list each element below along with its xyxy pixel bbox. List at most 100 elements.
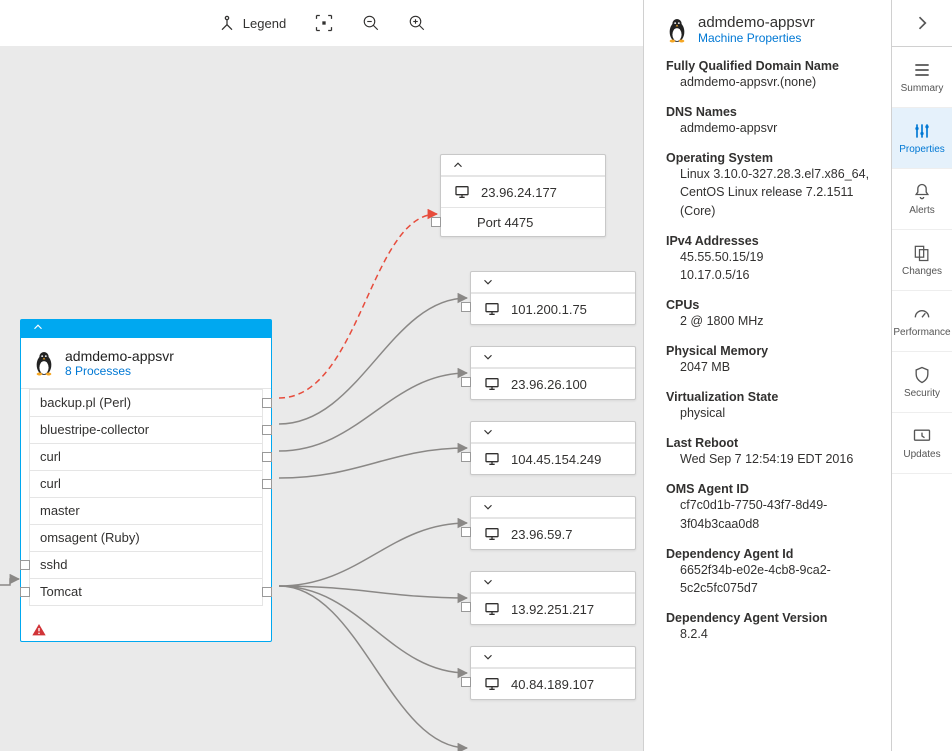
property-value: 6652f34b-e02e-4cb8-9ca2-5c2c5fc075d7 [680,561,874,597]
machine-card[interactable]: admdemo-appsvr 8 Processes backup.pl (Pe… [20,319,272,642]
node-expand-toggle[interactable] [471,497,635,518]
property-label: IPv4 Addresses [666,234,874,248]
chevron-down-icon [481,350,495,364]
diff-icon [912,243,932,263]
property-group: Dependency Agent Id6652f34b-e02e-4cb8-9c… [666,547,874,597]
node-ip: 40.84.189.107 [511,677,594,692]
sidebar-item-summary[interactable]: Summary [892,47,952,108]
target-node[interactable]: 23.96.59.7 [470,496,636,550]
monitor-icon [483,376,501,392]
property-value: 8.2.4 [680,625,874,643]
target-node[interactable]: 101.200.1.75 [470,271,636,325]
node-ip: 101.200.1.75 [511,302,587,317]
sidebar: Summary PropertiesAlerts Changes Performanc… [891,0,952,751]
port-out-indicator [262,587,272,597]
machine-card-titlebar[interactable] [21,320,271,338]
chevron-down-icon [481,575,495,589]
port-in-indicator [461,677,471,687]
monitor-icon [483,676,501,692]
sliders-icon [912,121,932,141]
process-list: backup.pl (Perl)bluestripe-collectorcurl… [21,388,271,616]
chevron-up-icon [451,158,465,172]
shield-icon [912,365,932,385]
sidebar-collapse-button[interactable] [892,0,952,47]
property-label: Last Reboot [666,436,874,450]
property-label: Dependency Agent Id [666,547,874,561]
property-label: Dependency Agent Version [666,611,874,625]
property-label: Virtualization State [666,390,874,404]
dependency-map-canvas[interactable]: admdemo-appsvr 8 Processes backup.pl (Pe… [0,46,643,751]
port-out-indicator [262,479,272,489]
property-label: OMS Agent ID [666,482,874,496]
sidebar-item-security[interactable]: Security [892,352,952,413]
property-label: DNS Names [666,105,874,119]
property-value: physical [680,404,874,422]
sidebar-item-updates[interactable]: Updates [892,413,952,474]
property-group: Last RebootWed Sep 7 12:54:19 EDT 2016 [666,436,874,468]
property-label: Physical Memory [666,344,874,358]
node-port: Port 4475 [477,215,533,230]
port-in-indicator [20,587,30,597]
node-expand-toggle[interactable] [471,572,635,593]
node-expand-toggle[interactable] [471,347,635,368]
port-out-indicator [262,425,272,435]
machine-alert[interactable] [21,616,271,641]
process-row[interactable]: sshd [29,552,263,579]
property-label: Operating System [666,151,874,165]
node-collapse-toggle[interactable] [441,155,605,176]
penguin-icon [33,350,55,376]
target-node-expanded[interactable]: 23.96.24.177 Port 4475 [440,154,606,237]
node-expand-toggle[interactable] [471,272,635,293]
node-expand-toggle[interactable] [471,647,635,668]
property-group: Fully Qualified Domain Nameadmdemo-appsv… [666,59,874,91]
chevron-down-icon [481,425,495,439]
zoom-out-button[interactable] [362,14,380,32]
process-row[interactable]: curl [29,471,263,498]
gauge-icon [912,304,932,324]
process-row[interactable]: bluestripe-collector [29,417,263,444]
property-group: DNS Namesadmdemo-appsvr [666,105,874,137]
panel-collapse-chevron-right-icon [912,13,932,33]
sidebar-item-label: Summary [901,83,944,94]
target-node[interactable]: 40.84.189.107 [470,646,636,700]
sidebar-item-performance[interactable]: Performance [892,291,952,352]
port-in-indicator [461,377,471,387]
property-group: IPv4 Addresses45.55.50.15/1910.17.0.5/16 [666,234,874,284]
target-node[interactable]: 23.96.26.100 [470,346,636,400]
zoom-in-icon [408,14,426,32]
monitor-icon [483,601,501,617]
chevron-up-icon [31,320,45,334]
process-row[interactable]: backup.pl (Perl) [29,389,263,417]
property-group: Operating SystemLinux 3.10.0-327.28.3.el… [666,151,874,219]
node-ip: 104.45.154.249 [511,452,601,467]
legend-button[interactable]: Legend [217,13,286,33]
process-row[interactable]: Tomcat [29,579,263,606]
toolbar: Legend [0,0,643,47]
process-row[interactable]: curl [29,444,263,471]
target-node[interactable]: 13.92.251.217 [470,571,636,625]
node-ip: 23.96.26.100 [511,377,587,392]
zoom-in-button[interactable] [408,14,426,32]
process-row[interactable]: omsagent (Ruby) [29,525,263,552]
monitor-icon [483,301,501,317]
sidebar-item-label: Changes [902,266,942,277]
center-button[interactable] [314,13,334,33]
chevron-down-icon [481,500,495,514]
port-out-indicator [262,452,272,462]
sidebar-item-properties[interactable]: Properties [892,108,952,169]
property-group: CPUs2 @ 1800 MHz [666,298,874,330]
property-value: 2 @ 1800 MHz [680,312,874,330]
sidebar-item-alerts[interactable]: Alerts [892,169,952,230]
sidebar-item-changes[interactable]: Changes [892,230,952,291]
node-expand-toggle[interactable] [471,422,635,443]
node-ip: 23.96.24.177 [481,185,557,200]
sidebar-item-label: Security [904,388,940,399]
process-row[interactable]: master [29,498,263,525]
monitor-icon [453,184,471,200]
port-in-indicator [461,527,471,537]
property-value: Linux 3.10.0-327.28.3.el7.x86_64, CentOS… [680,165,874,219]
machine-subtitle[interactable]: 8 Processes [65,364,174,378]
port-out-indicator [262,398,272,408]
port-in-indicator [431,217,441,227]
target-node[interactable]: 104.45.154.249 [470,421,636,475]
